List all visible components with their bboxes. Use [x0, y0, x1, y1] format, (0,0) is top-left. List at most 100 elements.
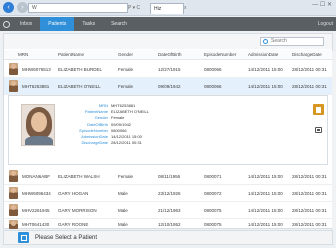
patient-detail-card: MRN MHT6253881 PatientName ELIZABETH O'NEI…	[8, 95, 328, 165]
tab-patients[interactable]: Patients	[40, 17, 75, 31]
cell-admission: 14/12/2011 15:00	[248, 190, 283, 196]
cell-mrn: MHW6076513	[22, 66, 51, 72]
detail-value: 14/12/2011 15:00	[111, 134, 142, 140]
logout-link[interactable]: Logout	[318, 17, 333, 31]
tab-tasks[interactable]: Tasks	[74, 17, 103, 31]
cell-episode: 0800072	[204, 190, 222, 196]
detail-label: PatientName	[84, 108, 108, 114]
patient-avatar	[9, 204, 18, 216]
cell-gender: Male	[118, 190, 128, 196]
address-bar[interactable]: W	[28, 3, 128, 13]
app-window: ‹ › W P ▾ C Hiz x — ☐ ✕ Inbox Patients T…	[0, 0, 336, 248]
search-icon	[263, 39, 268, 44]
table-header: MRN PatientName Gender DateOfBirth Episo…	[4, 50, 332, 60]
cell-dob: 09/09/1942	[158, 83, 181, 89]
camera-icon[interactable]	[313, 124, 324, 135]
browser-toolbar: ‹ › W P ▾ C Hiz x — ☐ ✕	[0, 0, 336, 16]
column-header-admission[interactable]: AdmissionDate	[248, 50, 292, 59]
detail-label: DischargeDate	[81, 140, 108, 146]
window-controls[interactable]: — ☐ ✕	[312, 1, 332, 8]
table-row[interactable]: MONAN6ABF ELIZABETH WALSH Female 08/11/1…	[4, 168, 332, 185]
cell-discharge: 28/12/2011 00:31	[292, 190, 327, 196]
status-bar: Please Select a Patient	[3, 230, 333, 245]
cell-admission: 14/12/2011 15:00	[248, 173, 283, 179]
patient-avatar	[9, 219, 18, 229]
cell-mrn: MHT6253881	[22, 83, 50, 89]
cell-name: GARY MORRISON	[58, 207, 97, 213]
search-bar: Search	[4, 34, 332, 49]
table-row[interactable]: MHV2261945 GARY MORRISON Male 21/12/1963…	[4, 202, 332, 219]
tab-inbox[interactable]: Inbox	[12, 17, 40, 31]
vertical-scrollbar[interactable]	[332, 51, 336, 229]
patient-avatar	[9, 63, 18, 75]
patient-avatar	[9, 80, 18, 92]
cell-episode: 0800075	[204, 207, 222, 213]
cell-dob: 08/11/1956	[158, 173, 181, 179]
table-row[interactable]: MHT0641430 GARY ROONE Male 12/10/1952 08…	[4, 219, 332, 229]
table-row[interactable]: MHW6076513 ELIZABETH BURDEL Female 12/27…	[4, 61, 332, 78]
cell-admission: 14/12/2011 15:00	[248, 66, 283, 72]
forward-icon[interactable]: ›	[17, 2, 28, 13]
patient-list-panel: Search MRN PatientName Gender DateOfBirt…	[3, 33, 336, 229]
tab-search[interactable]: Search	[103, 17, 135, 31]
document-icon[interactable]	[313, 104, 324, 115]
cell-discharge: 28/12/2011 00:31	[292, 221, 327, 227]
cell-name: ELIZABETH O'NEILL	[58, 83, 101, 89]
detail-value: 09/09/1942	[111, 121, 132, 127]
cell-discharge: 28/12/2011 00:31	[292, 83, 327, 89]
patient-avatar	[9, 170, 18, 182]
patient-avatar	[9, 187, 18, 199]
detail-value: ELIZABETH O'NEILL	[111, 108, 149, 114]
cell-name: GARY ROONE	[58, 221, 89, 227]
column-header-discharge[interactable]: DischargeDate	[292, 50, 332, 59]
cell-episode: 0800071	[204, 173, 222, 179]
column-header-episode[interactable]: EpisodeNumber	[204, 50, 248, 59]
cell-discharge: 28/12/2011 00:31	[292, 207, 327, 213]
detail-label: EpisodeNumber	[79, 127, 108, 133]
app-header: Inbox Patients Tasks Search Logout	[0, 17, 336, 31]
patient-select-icon[interactable]	[18, 232, 29, 243]
cell-discharge: 28/12/2011 00:31	[292, 66, 327, 72]
table-row[interactable]: MHW6096434 GARY HOGAN Male 23/12/1926 08…	[4, 185, 332, 202]
detail-label: MRN	[98, 102, 108, 108]
cell-admission: 14/12/2011 15:00	[248, 83, 283, 89]
detail-label: DateOfBirth	[87, 121, 108, 127]
address-tools[interactable]: P ▾ C	[128, 3, 140, 13]
cell-mrn: MHW6096434	[22, 190, 51, 196]
detail-label: Gender	[94, 115, 108, 121]
cell-episode: 0800066	[204, 83, 222, 89]
cell-gender: Female	[118, 173, 134, 179]
cell-name: ELIZABETH WALSH	[58, 173, 100, 179]
cell-discharge: 28/12/2011 00:31	[292, 173, 327, 179]
status-text: Please Select a Patient	[35, 234, 98, 241]
cell-gender: Male	[118, 207, 128, 213]
cell-name: GARY HOGAN	[58, 190, 89, 196]
table-row-selected[interactable]: MHT6253881 ELIZABETH O'NEILL Female 09/0…	[4, 78, 332, 95]
cell-gender: Female	[118, 83, 134, 89]
cell-gender: Male	[118, 221, 128, 227]
detail-value: MHT6253881	[111, 102, 136, 108]
search-placeholder: Search	[271, 38, 287, 44]
search-input[interactable]: Search	[260, 37, 324, 46]
detail-value: 0800066	[111, 127, 127, 133]
home-icon[interactable]	[0, 17, 12, 31]
cell-admission: 14/12/2011 15:00	[248, 207, 283, 213]
cell-dob: 23/12/1926	[158, 190, 181, 196]
cell-name: ELIZABETH BURDEL	[58, 66, 103, 72]
back-icon[interactable]: ‹	[3, 2, 14, 13]
column-header-patientname[interactable]: PatientName	[58, 50, 118, 59]
detail-label: AdmissionDate	[81, 134, 108, 140]
patient-photo	[21, 104, 55, 146]
cell-admission: 14/12/2011 15:00	[248, 221, 283, 227]
column-header-gender[interactable]: Gender	[118, 50, 158, 59]
browser-tab[interactable]: Hiz	[150, 3, 184, 14]
cell-episode: 0800075	[204, 221, 222, 227]
cell-mrn: MONAN6ABF	[22, 173, 51, 179]
column-header-mrn[interactable]: MRN	[4, 50, 58, 59]
column-header-dob[interactable]: DateOfBirth	[158, 50, 204, 59]
detail-value: 28/12/2011 00:31	[111, 140, 142, 146]
cell-dob: 21/12/1963	[158, 207, 181, 213]
tab-close-icon[interactable]: x	[184, 3, 187, 13]
patient-detail-fields: MRN MHT6253881 PatientName ELIZABETH O'NEI…	[61, 102, 201, 146]
cell-gender: Female	[118, 66, 134, 72]
